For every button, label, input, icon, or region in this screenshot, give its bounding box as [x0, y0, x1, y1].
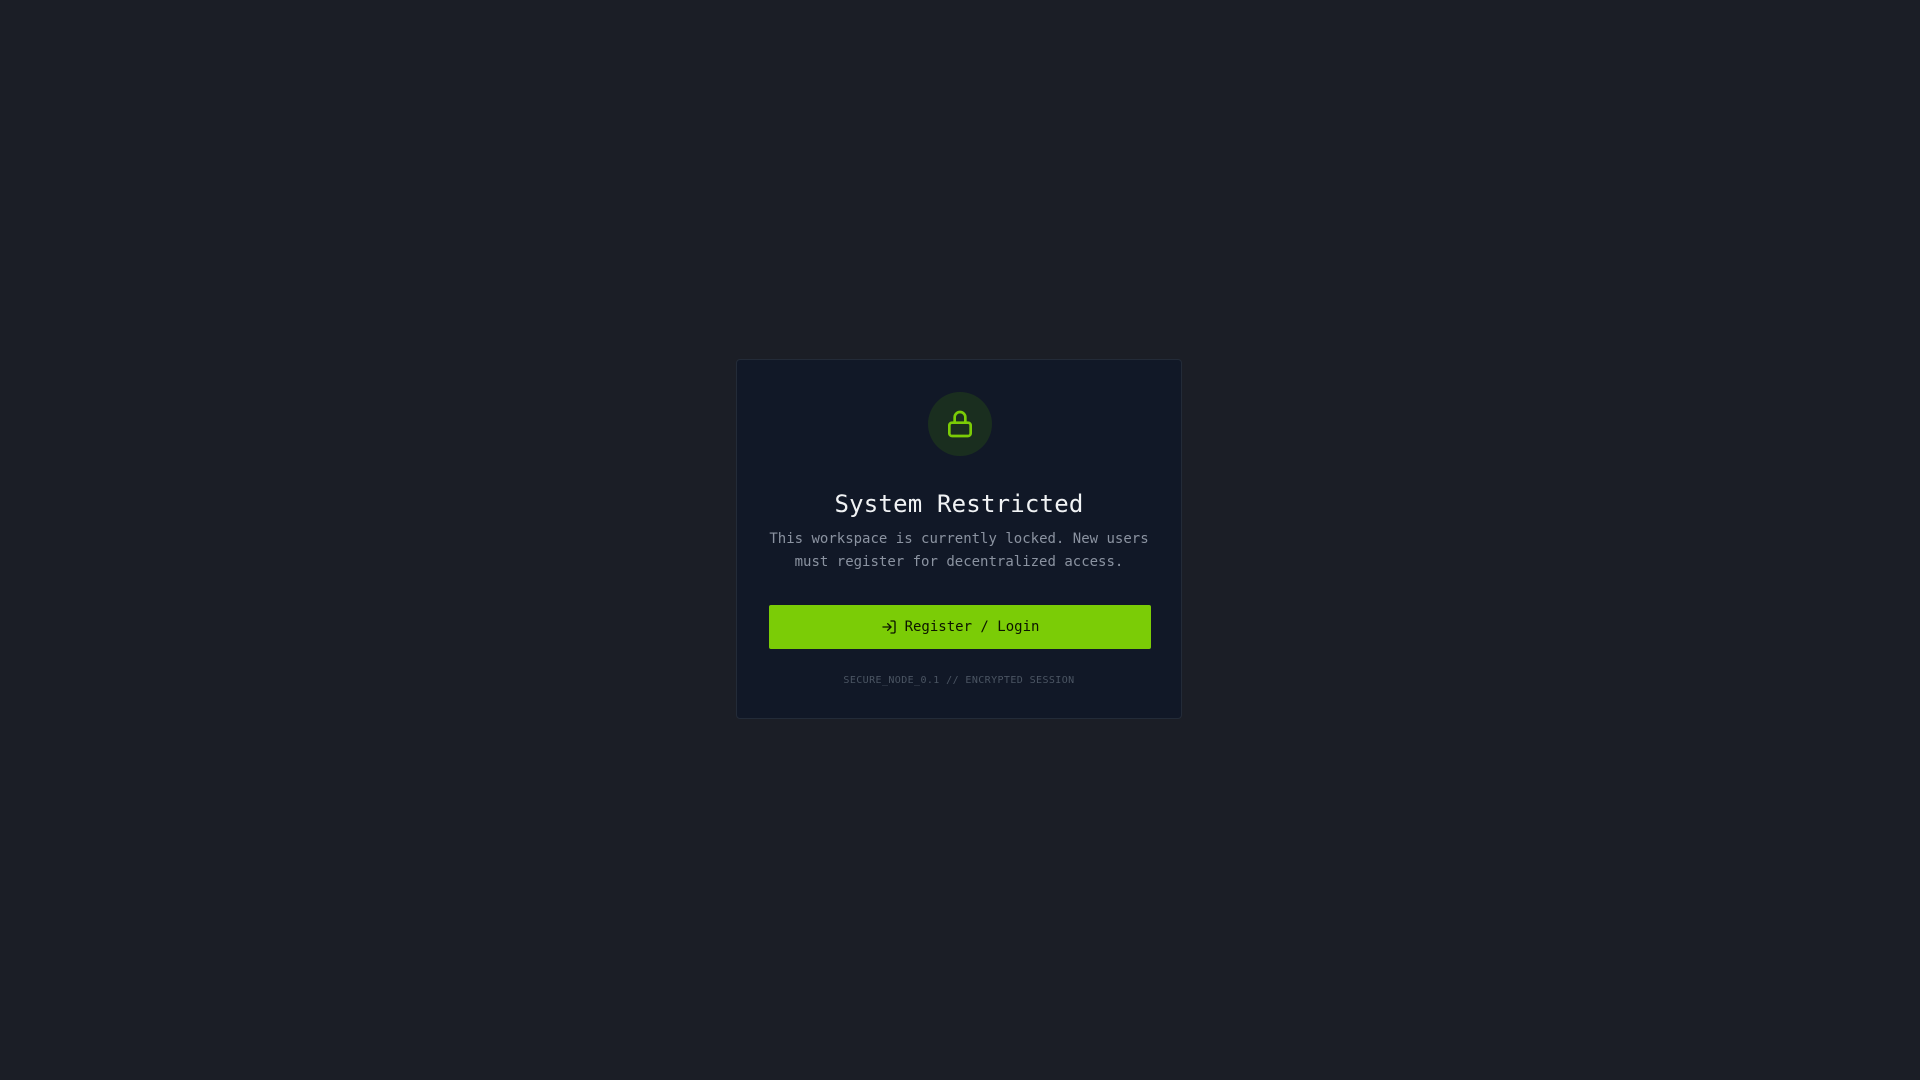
lock-icon — [944, 408, 976, 440]
description: This workspace is currently locked. New … — [765, 528, 1153, 574]
register-login-button[interactable]: Register / Login — [769, 605, 1151, 649]
description-line-2: must register for decentralized access. — [794, 554, 1124, 570]
register-login-label: Register / Login — [904, 619, 1040, 635]
description-line-1: This workspace is currently locked. New … — [769, 531, 1149, 547]
lock-badge — [928, 392, 992, 456]
log-in-icon — [881, 619, 897, 635]
page-title: System Restricted — [834, 490, 1084, 518]
session-footer: SECURE_NODE_0.1 // ENCRYPTED SESSION — [843, 675, 1075, 686]
access-card: System Restricted This workspace is curr… — [736, 359, 1182, 719]
